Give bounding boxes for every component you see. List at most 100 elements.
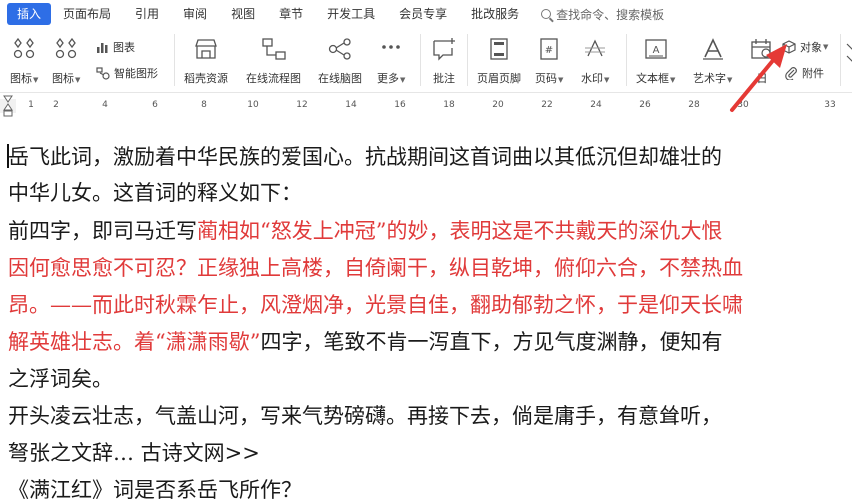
header-footer-button[interactable]: 页眉页脚 [477,36,521,86]
textbox-button[interactable]: A 文本框▼ [636,36,675,86]
paragraph-line: 解英雄壮志。着“潇潇雨歇”四字，笔致不肯一泻直下，方见气度渊静，便知有 [8,327,722,357]
stock-resource-button[interactable]: 稻壳资源 [184,36,228,86]
tab-developer[interactable]: 开发工具 [315,3,387,25]
online-flowchart-button[interactable]: 在线流程图 [246,36,301,86]
chevron-down-icon: ▼ [823,43,829,51]
chevron-down-icon: ▼ [604,76,610,84]
chart-button[interactable]: 图表 [96,39,135,55]
ruler-number: 22 [541,100,553,110]
highlighted-text: 解英雄壮志。着“潇潇雨歇” [8,330,261,354]
mindmap-icon [327,36,353,62]
chevron-down-icon: ▼ [670,76,676,84]
paragraph-line: 因何愈思愈不可忍？正缘独上高楼，自倚阑干，纵目乾坤，俯仰六合，不禁热血 [8,256,743,280]
more-button-label: 更多 [377,72,399,85]
icon-button-2-label: 图标 [52,72,74,85]
tab-view[interactable]: 视图 [219,3,267,25]
paragraph-line: 开头凌云壮志，气盖山河，写来气势磅礴。再接下去，倘是庸手，有意耸听， [8,404,722,428]
tab-page-layout[interactable]: 页面布局 [51,3,123,25]
object-label: 对象 [800,41,822,54]
watermark-icon [583,36,607,62]
smart-shape-label: 智能图形 [114,67,158,80]
svg-text:A: A [652,45,659,56]
page-number-label: 页码 [535,72,557,85]
online-mindmap-label: 在线脑图 [318,72,362,85]
command-search[interactable]: 查找命令、搜索模板 [541,6,664,23]
paragraph-line: 之浮词矣。 [8,367,113,391]
paragraph-line: 昂。——而此时秋霖乍止，风澄烟净，光景自佳，翻助郁勃之怀，于是仰天长啸 [8,293,743,317]
chevron-down-icon: ▼ [75,76,81,84]
icon-library-icon [54,36,78,62]
icon-button-2[interactable]: 图标▼ [52,36,80,86]
ribbon-divider [174,34,175,86]
ribbon-divider [420,34,421,86]
ruler-number: 14 [345,100,357,110]
ruler-number: 2 [53,100,59,110]
indent-marker-icon[interactable] [3,95,13,117]
icon-button-label: 图标 [10,72,32,85]
tab-references[interactable]: 引用 [123,3,171,25]
paragraph-line: 弩张之文辞… 古诗文网>> [8,441,260,465]
stock-resource-label: 稻壳资源 [184,72,228,85]
date-button[interactable]: 日 [750,36,774,86]
online-mindmap-button[interactable]: 在线脑图 [318,36,362,86]
overflow-icon[interactable] [846,42,852,66]
chevron-down-icon: ▼ [727,76,733,84]
comment-button[interactable]: 批注 [431,36,457,86]
ruler-number: 6 [152,100,158,110]
paragraph-line: 中华儿女。这首词的释义如下： [8,181,302,205]
insert-ribbon: 图标▼ 图标▼ 图表 智能图形 稻壳资源 在线流程图 在线脑图 更多▼ 批注 页… [0,28,852,92]
attachment-label: 附件 [802,67,824,80]
comment-label: 批注 [433,72,455,85]
ruler-number: 18 [443,100,455,110]
ribbon-divider [626,34,627,86]
ruler-number: 10 [247,100,259,110]
ruler-number: 28 [688,100,700,110]
tab-correction[interactable]: 批改服务 [459,3,531,25]
svg-text:#: # [545,45,553,56]
tab-review[interactable]: 审阅 [171,3,219,25]
search-icon [541,9,552,19]
command-search-placeholder: 查找命令、搜索模板 [556,7,665,22]
wordart-label: 艺术字 [693,72,726,85]
comment-icon [431,36,457,62]
attachment-button[interactable]: 附件 [784,65,824,81]
tab-insert[interactable]: 插入 [7,3,52,25]
textbox-icon: A [644,36,668,62]
object-icon [782,40,796,54]
ribbon-divider [467,34,468,86]
ruler-number: 26 [639,100,651,110]
page-number-icon: # [538,36,560,62]
paragraph-line: 岳飞此词，激励着中华民族的爱国心。抗战期间这首词曲以其低沉但却雄壮的 [8,145,722,169]
more-icon [380,36,402,62]
watermark-button[interactable]: 水印▼ [581,36,609,86]
ruler-number: 4 [102,100,108,110]
online-flowchart-label: 在线流程图 [246,72,301,85]
ruler-number: 8 [201,100,207,110]
ruler-number: 24 [590,100,602,110]
ribbon-tab-bar: 插入 页面布局 引用 审阅 视图 章节 开发工具 会员专享 批改服务 查找命令、… [0,0,852,28]
horizontal-ruler[interactable]: 1 2 4 6 8 10 12 14 16 18 20 22 24 26 28 … [0,92,852,118]
paragraph-line: 《满江红》词是否系岳飞所作？ [8,478,302,499]
ruler-number: 33 [824,100,836,110]
wordart-button[interactable]: 艺术字▼ [693,36,732,86]
header-footer-icon [488,36,510,62]
paperclip-icon [785,67,797,80]
textbox-label: 文本框 [636,72,669,85]
icon-library-icon [12,36,36,62]
plain-text: 四字，笔致不肯一泻直下，方见气度渊静，便知有 [260,330,723,354]
watermark-label: 水印 [581,72,603,85]
bar-chart-icon [97,43,108,53]
page-number-button[interactable]: # 页码▼ [535,36,563,86]
tab-member[interactable]: 会员专享 [387,3,459,25]
flowchart-icon [261,36,287,62]
tab-chapter[interactable]: 章节 [267,3,315,25]
object-button[interactable]: 对象 ▼ [782,39,828,55]
paragraph-line: 前四字，即司马迁写蔺相如“怒发上冲冠”的妙，表明这是不共戴天的深仇大恨 [8,216,722,246]
more-button[interactable]: 更多▼ [377,36,405,86]
chevron-down-icon: ▼ [33,76,39,84]
smart-shape-button[interactable]: 智能图形 [96,65,158,81]
smart-shape-icon [96,66,110,80]
icon-button[interactable]: 图标▼ [10,36,38,86]
ruler-number: 1 [28,100,34,110]
document-body[interactable]: 岳飞此词，激励着中华民族的爱国心。抗战期间这首词曲以其低沉但却雄壮的 中华儿女。… [0,130,852,499]
